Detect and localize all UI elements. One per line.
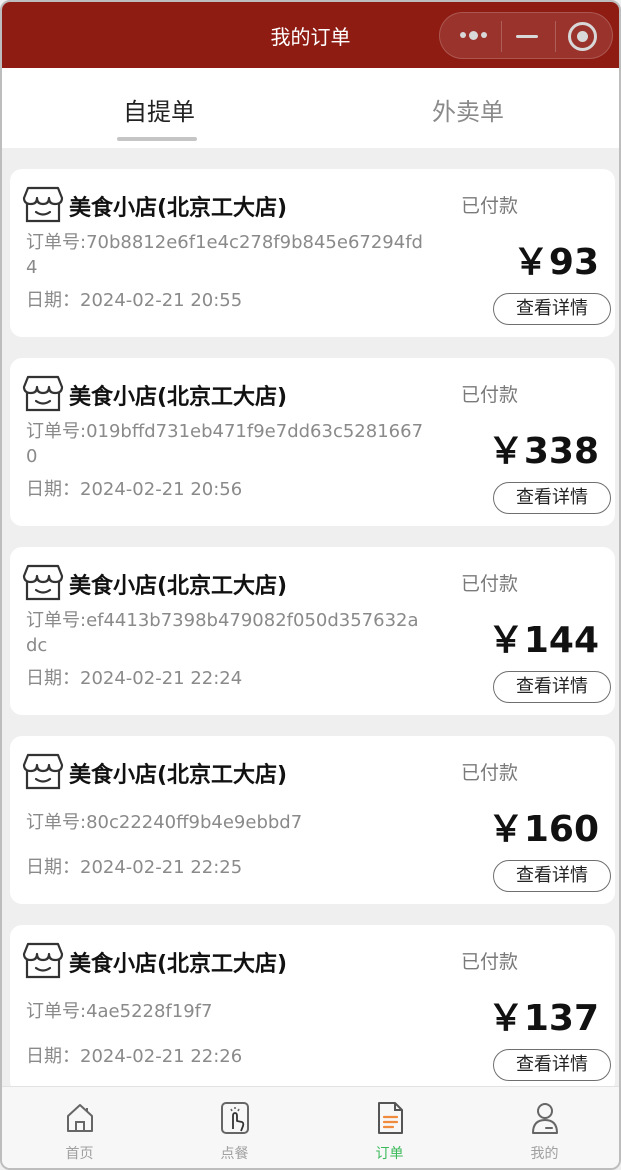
order-card: 美食小店(北京工大店) 已付款 订单号:80c22240ff9b4e9ebbd7…: [10, 736, 615, 904]
order-number: 订单号:4ae5228f19f7: [26, 1001, 213, 1022]
shop-icon: [22, 753, 64, 790]
tab-pickup[interactable]: 自提单: [123, 92, 195, 127]
order-price: ￥338: [487, 431, 599, 472]
nav-orders[interactable]: 订单: [312, 1087, 467, 1168]
shop-icon: [22, 942, 64, 979]
capsule-divider: [555, 21, 556, 52]
shop-icon: [22, 186, 64, 223]
order-price: ￥137: [487, 998, 599, 1039]
order-type-tabs: 自提单 外卖单: [2, 68, 619, 148]
shop-name: 美食小店(北京工大店): [69, 196, 288, 221]
order-number: 订单号:80c22240ff9b4e9ebbd7: [26, 812, 303, 833]
order-status: 已付款: [461, 195, 519, 217]
order-number: 订单号:70b8812e6f1e4c278f9b845e67294fd4: [26, 232, 423, 278]
bottom-tab-bar: 首页 点餐 订单 我的: [2, 1086, 619, 1168]
shop-name: 美食小店(北京工大店): [69, 574, 288, 599]
order-card: 美食小店(北京工大店) 已付款 订单号:70b8812e6f1e4c278f9b…: [10, 169, 615, 337]
order-date: 日期：2024-02-21 20:56: [26, 479, 243, 500]
nav-profile[interactable]: 我的: [467, 1087, 619, 1168]
tab-delivery[interactable]: 外卖单: [432, 92, 504, 127]
order-card: 美食小店(北京工大店) 已付款 订单号:019bffd731eb471f9e7d…: [10, 358, 615, 526]
order-status: 已付款: [461, 573, 519, 595]
shop-name: 美食小店(北京工大店): [69, 385, 288, 410]
tap-order-icon: [221, 1102, 249, 1134]
view-details-button[interactable]: 查看详情: [493, 293, 611, 325]
order-date: 日期：2024-02-21 22:26: [26, 1046, 243, 1067]
shop-name: 美食小店(北京工大店): [69, 763, 288, 788]
active-tab-indicator: [117, 137, 197, 141]
minimize-icon[interactable]: [516, 35, 538, 38]
order-number: 订单号:019bffd731eb471f9e7dd63c52816670: [26, 421, 424, 467]
more-options-icon[interactable]: [458, 27, 490, 45]
order-price: ￥144: [487, 620, 599, 661]
view-details-button[interactable]: 查看详情: [493, 860, 611, 892]
shop-name: 美食小店(北京工大店): [69, 952, 288, 977]
nav-label: 点餐: [220, 1146, 249, 1162]
shop-icon: [22, 375, 64, 412]
view-details-button[interactable]: 查看详情: [493, 671, 611, 703]
profile-icon: [532, 1103, 558, 1134]
app-frame: 我的订单 自提单 外卖单 美食小店(北京工大店) 已付款 订单号:70b8812…: [0, 0, 621, 1170]
order-date: 日期：2024-02-21 22:24: [26, 668, 243, 689]
order-price: ￥93: [512, 242, 599, 283]
close-target-icon[interactable]: [568, 22, 597, 51]
order-card: 美食小店(北京工大店) 已付款 订单号:ef4413b7398b479082f0…: [10, 547, 615, 715]
nav-label: 订单: [375, 1146, 404, 1162]
nav-label: 我的: [530, 1146, 559, 1162]
nav-order-food[interactable]: 点餐: [157, 1087, 312, 1168]
order-status: 已付款: [461, 384, 519, 406]
capsule-divider: [501, 21, 502, 52]
order-price: ￥160: [487, 809, 599, 850]
nav-home[interactable]: 首页: [2, 1087, 157, 1168]
order-status: 已付款: [461, 951, 519, 973]
title-bar: 我的订单: [2, 2, 619, 68]
order-status: 已付款: [461, 762, 519, 784]
order-date: 日期：2024-02-21 22:25: [26, 857, 243, 878]
home-icon: [67, 1104, 93, 1132]
order-card: 美食小店(北京工大店) 已付款 订单号:4ae5228f19f7 日期：2024…: [10, 925, 615, 1093]
view-details-button[interactable]: 查看详情: [493, 1049, 611, 1081]
order-date: 日期：2024-02-21 20:55: [26, 290, 243, 311]
order-document-icon: [378, 1102, 403, 1134]
nav-label: 首页: [65, 1146, 94, 1162]
view-details-button[interactable]: 查看详情: [493, 482, 611, 514]
mini-program-capsule: [439, 12, 613, 59]
shop-icon: [22, 564, 64, 601]
order-number: 订单号:ef4413b7398b479082f050d357632adc: [26, 610, 419, 656]
